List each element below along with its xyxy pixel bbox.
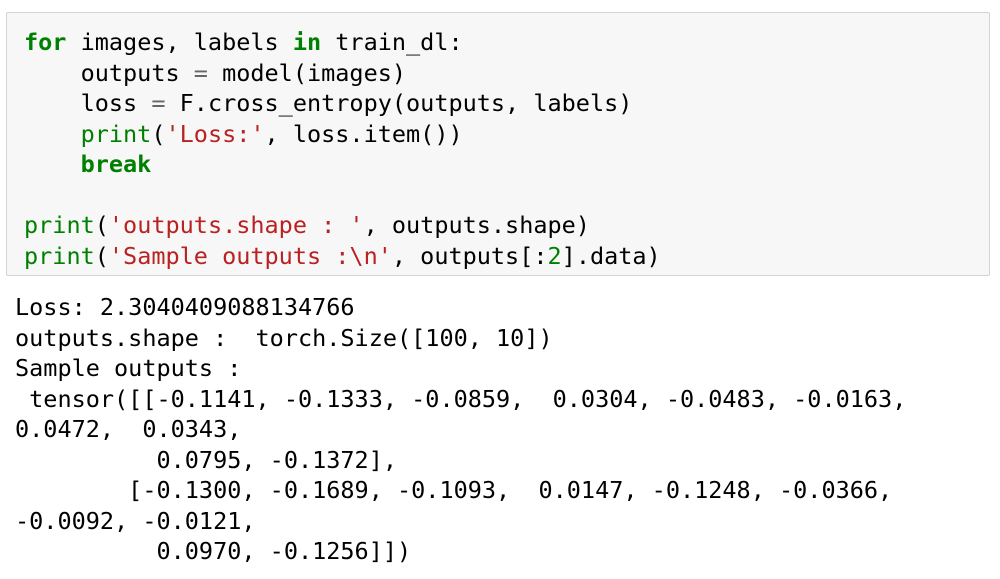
code-text: , loss.item()) <box>264 119 463 148</box>
assign-operator: = <box>193 58 208 87</box>
keyword-in: in <box>292 28 322 56</box>
string-literal: 'Loss:' <box>165 119 265 148</box>
cell-output: Loss: 2.3040409088134766 outputs.shape :… <box>15 292 990 567</box>
code-text: model(images) <box>207 58 407 87</box>
code-cell-input[interactable]: for images, labels in train_dl: outputs … <box>6 12 990 276</box>
notebook-page: for images, labels in train_dl: outputs … <box>0 0 1000 579</box>
code-text: F.cross_entropy(outputs, labels) <box>165 89 633 117</box>
code-text: loss <box>80 89 152 117</box>
code-line-5: break <box>24 149 989 180</box>
output-line: Loss: 2.3040409088134766 <box>15 293 355 321</box>
builtin-print: print <box>80 119 152 148</box>
code-line-7: print('Sample outputs :\n', outputs[:2].… <box>24 241 989 272</box>
code-text: ( <box>94 241 109 270</box>
code-text: ].data) <box>561 241 661 270</box>
code-text: ( <box>94 211 109 239</box>
code-line-4: print('Loss:', loss.item()) <box>24 119 989 150</box>
output-line: outputs.shape : torch.Size([100, 10]) <box>15 323 553 352</box>
output-line: tensor([[-0.1141, -0.1333, -0.0859, 0.03… <box>15 384 907 413</box>
code-text: , outputs[: <box>391 241 548 270</box>
code-text: train_dl: <box>321 28 463 56</box>
code-line-1: for images, labels in train_dl: <box>24 27 989 58</box>
code-line-3: loss = F.cross_entropy(outputs, labels) <box>24 88 989 119</box>
output-line: -0.0092, -0.0121, <box>15 506 256 535</box>
output-line: 0.0970, -0.1256]]) <box>15 537 412 565</box>
output-line: 0.0472, 0.0343, <box>15 415 242 443</box>
string-literal: 'Sample outputs :\n' <box>108 241 392 270</box>
keyword-for: for <box>24 28 67 56</box>
output-line: Sample outputs : <box>15 354 242 382</box>
code-line-2: outputs = model(images) <box>24 58 989 89</box>
code-text: images, labels <box>66 28 293 56</box>
assign-operator: = <box>151 89 166 117</box>
code-line-6: print('outputs.shape : ', outputs.shape) <box>24 210 989 241</box>
code-text: , outputs.shape) <box>363 211 590 239</box>
keyword-break: break <box>80 150 152 178</box>
string-literal: 'outputs.shape : ' <box>108 211 364 239</box>
code-text: outputs <box>80 58 194 87</box>
code-text: ( <box>151 119 166 148</box>
number-literal: 2 <box>547 241 562 270</box>
builtin-print: print <box>24 211 95 239</box>
builtin-print: print <box>24 241 95 270</box>
output-line: [-0.1300, -0.1689, -0.1093, 0.0147, -0.1… <box>15 476 893 504</box>
output-line: 0.0795, -0.1372], <box>15 445 398 474</box>
